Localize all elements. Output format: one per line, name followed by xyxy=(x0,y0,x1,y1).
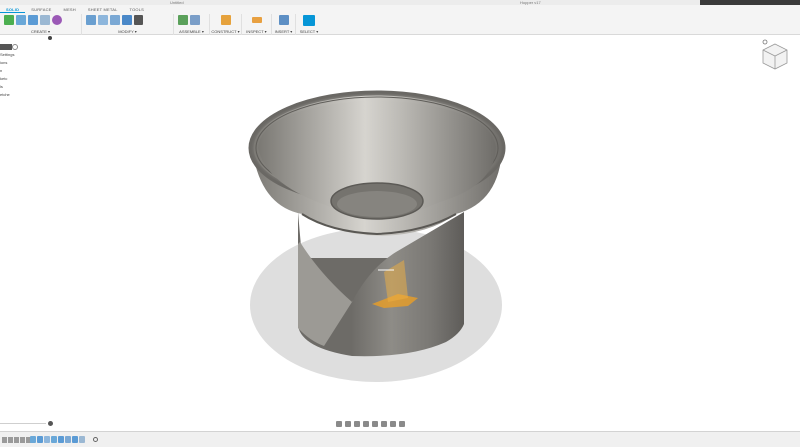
toolbar: SOLID SURFACE MESH SHEET METAL TOOLS CRE… xyxy=(0,5,800,35)
comments-divider xyxy=(0,423,46,424)
tab-surface[interactable]: SURFACE xyxy=(25,6,57,13)
viewcube-icon[interactable] xyxy=(760,38,790,72)
pan-icon[interactable] xyxy=(354,421,360,427)
browser-item-named-views[interactable]: ions xyxy=(0,60,7,65)
browser-item-sketches[interactable]: etche xyxy=(0,92,10,97)
press-pull-icon[interactable] xyxy=(86,15,96,25)
zoom-icon[interactable] xyxy=(363,421,369,427)
move-icon[interactable] xyxy=(134,15,143,25)
revolve-icon[interactable] xyxy=(40,15,50,25)
browser-item-tools[interactable]: ls xyxy=(0,84,3,89)
new-component-icon[interactable] xyxy=(4,15,14,25)
tab-sheet-metal[interactable]: SHEET METAL xyxy=(82,6,124,13)
play-icon[interactable] xyxy=(14,437,19,443)
timeline-cut-icon[interactable] xyxy=(79,436,85,443)
assemble-menu[interactable]: ASSEMBLE ▾ xyxy=(174,29,209,34)
joint-icon[interactable] xyxy=(190,15,200,25)
comments-pin-icon[interactable] xyxy=(48,421,53,426)
browser-item-settings[interactable]: Settings xyxy=(0,52,14,57)
extrude-icon[interactable] xyxy=(28,15,38,25)
insert-menu[interactable]: INSERT ▾ xyxy=(272,29,295,34)
browser-collapse-icon[interactable] xyxy=(0,44,12,50)
navigation-bar xyxy=(336,420,416,428)
assemble-component-icon[interactable] xyxy=(178,15,188,25)
insert-group: INSERT ▾ xyxy=(272,14,296,35)
inspect-menu[interactable]: INSPECT ▾ xyxy=(242,29,271,34)
select-menu[interactable]: SELECT ▾ xyxy=(296,29,322,34)
timeline-extrude-icon[interactable] xyxy=(58,436,64,443)
fusion-window: Untitled Hopper v17 SOLID SURFACE MESH S… xyxy=(0,0,800,447)
assemble-group: ASSEMBLE ▾ xyxy=(174,14,210,35)
timeline-sketch-icon[interactable] xyxy=(30,436,36,443)
browser-visibility-icon[interactable] xyxy=(12,44,18,50)
select-group: SELECT ▾ xyxy=(296,14,322,35)
tab-tools[interactable]: TOOLS xyxy=(124,6,151,13)
timeline-shell-icon[interactable] xyxy=(44,436,50,443)
timeline xyxy=(0,431,800,447)
funnel-outlet-floor xyxy=(337,191,417,217)
create-sketch-icon[interactable] xyxy=(16,15,26,25)
timeline-sketch-icon[interactable] xyxy=(51,436,57,443)
shell-icon[interactable] xyxy=(110,15,120,25)
inspect-group: INSPECT ▾ xyxy=(242,14,272,35)
tab-solid[interactable]: SOLID xyxy=(0,6,26,13)
grid-settings-icon[interactable] xyxy=(390,421,396,427)
viewports-icon[interactable] xyxy=(399,421,405,427)
form-icon[interactable] xyxy=(52,15,62,25)
step-back-icon[interactable] xyxy=(8,437,13,443)
look-at-icon[interactable] xyxy=(345,421,351,427)
fit-icon[interactable] xyxy=(372,421,378,427)
modify-group: MODIFY ▾ xyxy=(82,14,174,35)
timeline-extrude-icon[interactable] xyxy=(72,436,78,443)
timeline-features xyxy=(30,436,85,443)
construct-menu[interactable]: CONSTRUCT ▾ xyxy=(210,29,241,34)
tab-mesh[interactable]: MESH xyxy=(58,6,82,13)
browser-pin-icon[interactable] xyxy=(48,36,52,40)
orbit-icon[interactable] xyxy=(336,421,342,427)
browser-panel: Settings ions n ketc ls etche xyxy=(0,36,55,106)
insert-image-icon[interactable] xyxy=(278,15,289,25)
construct-group: CONSTRUCT ▾ xyxy=(210,14,242,35)
measure-icon[interactable] xyxy=(251,17,262,23)
create-group: CREATE ▾ xyxy=(0,14,82,35)
offset-plane-icon[interactable] xyxy=(220,15,231,25)
fillet-icon[interactable] xyxy=(98,15,108,25)
timeline-controls xyxy=(2,437,31,443)
timeline-fillet-icon[interactable] xyxy=(65,436,71,443)
browser-item-bodies[interactable]: ketc xyxy=(0,76,7,81)
create-menu[interactable]: CREATE ▾ xyxy=(0,29,81,34)
3d-viewport[interactable] xyxy=(0,36,800,420)
timeline-revolve-icon[interactable] xyxy=(37,436,43,443)
modify-menu[interactable]: MODIFY ▾ xyxy=(82,29,173,34)
combine-icon[interactable] xyxy=(122,15,132,25)
timeline-settings-icon[interactable] xyxy=(93,437,98,442)
browser-item-origin[interactable]: n xyxy=(0,68,2,73)
toolbar-groups: CREATE ▾ MODIFY ▾ ASSEMBLE ▾ CONSTRUCT ▾… xyxy=(0,14,322,35)
workspace-tabs: SOLID SURFACE MESH SHEET METAL TOOLS xyxy=(0,6,150,13)
display-settings-icon[interactable] xyxy=(381,421,387,427)
go-to-start-icon[interactable] xyxy=(2,437,7,443)
select-arrow-icon[interactable] xyxy=(303,14,315,26)
step-forward-icon[interactable] xyxy=(20,437,25,443)
